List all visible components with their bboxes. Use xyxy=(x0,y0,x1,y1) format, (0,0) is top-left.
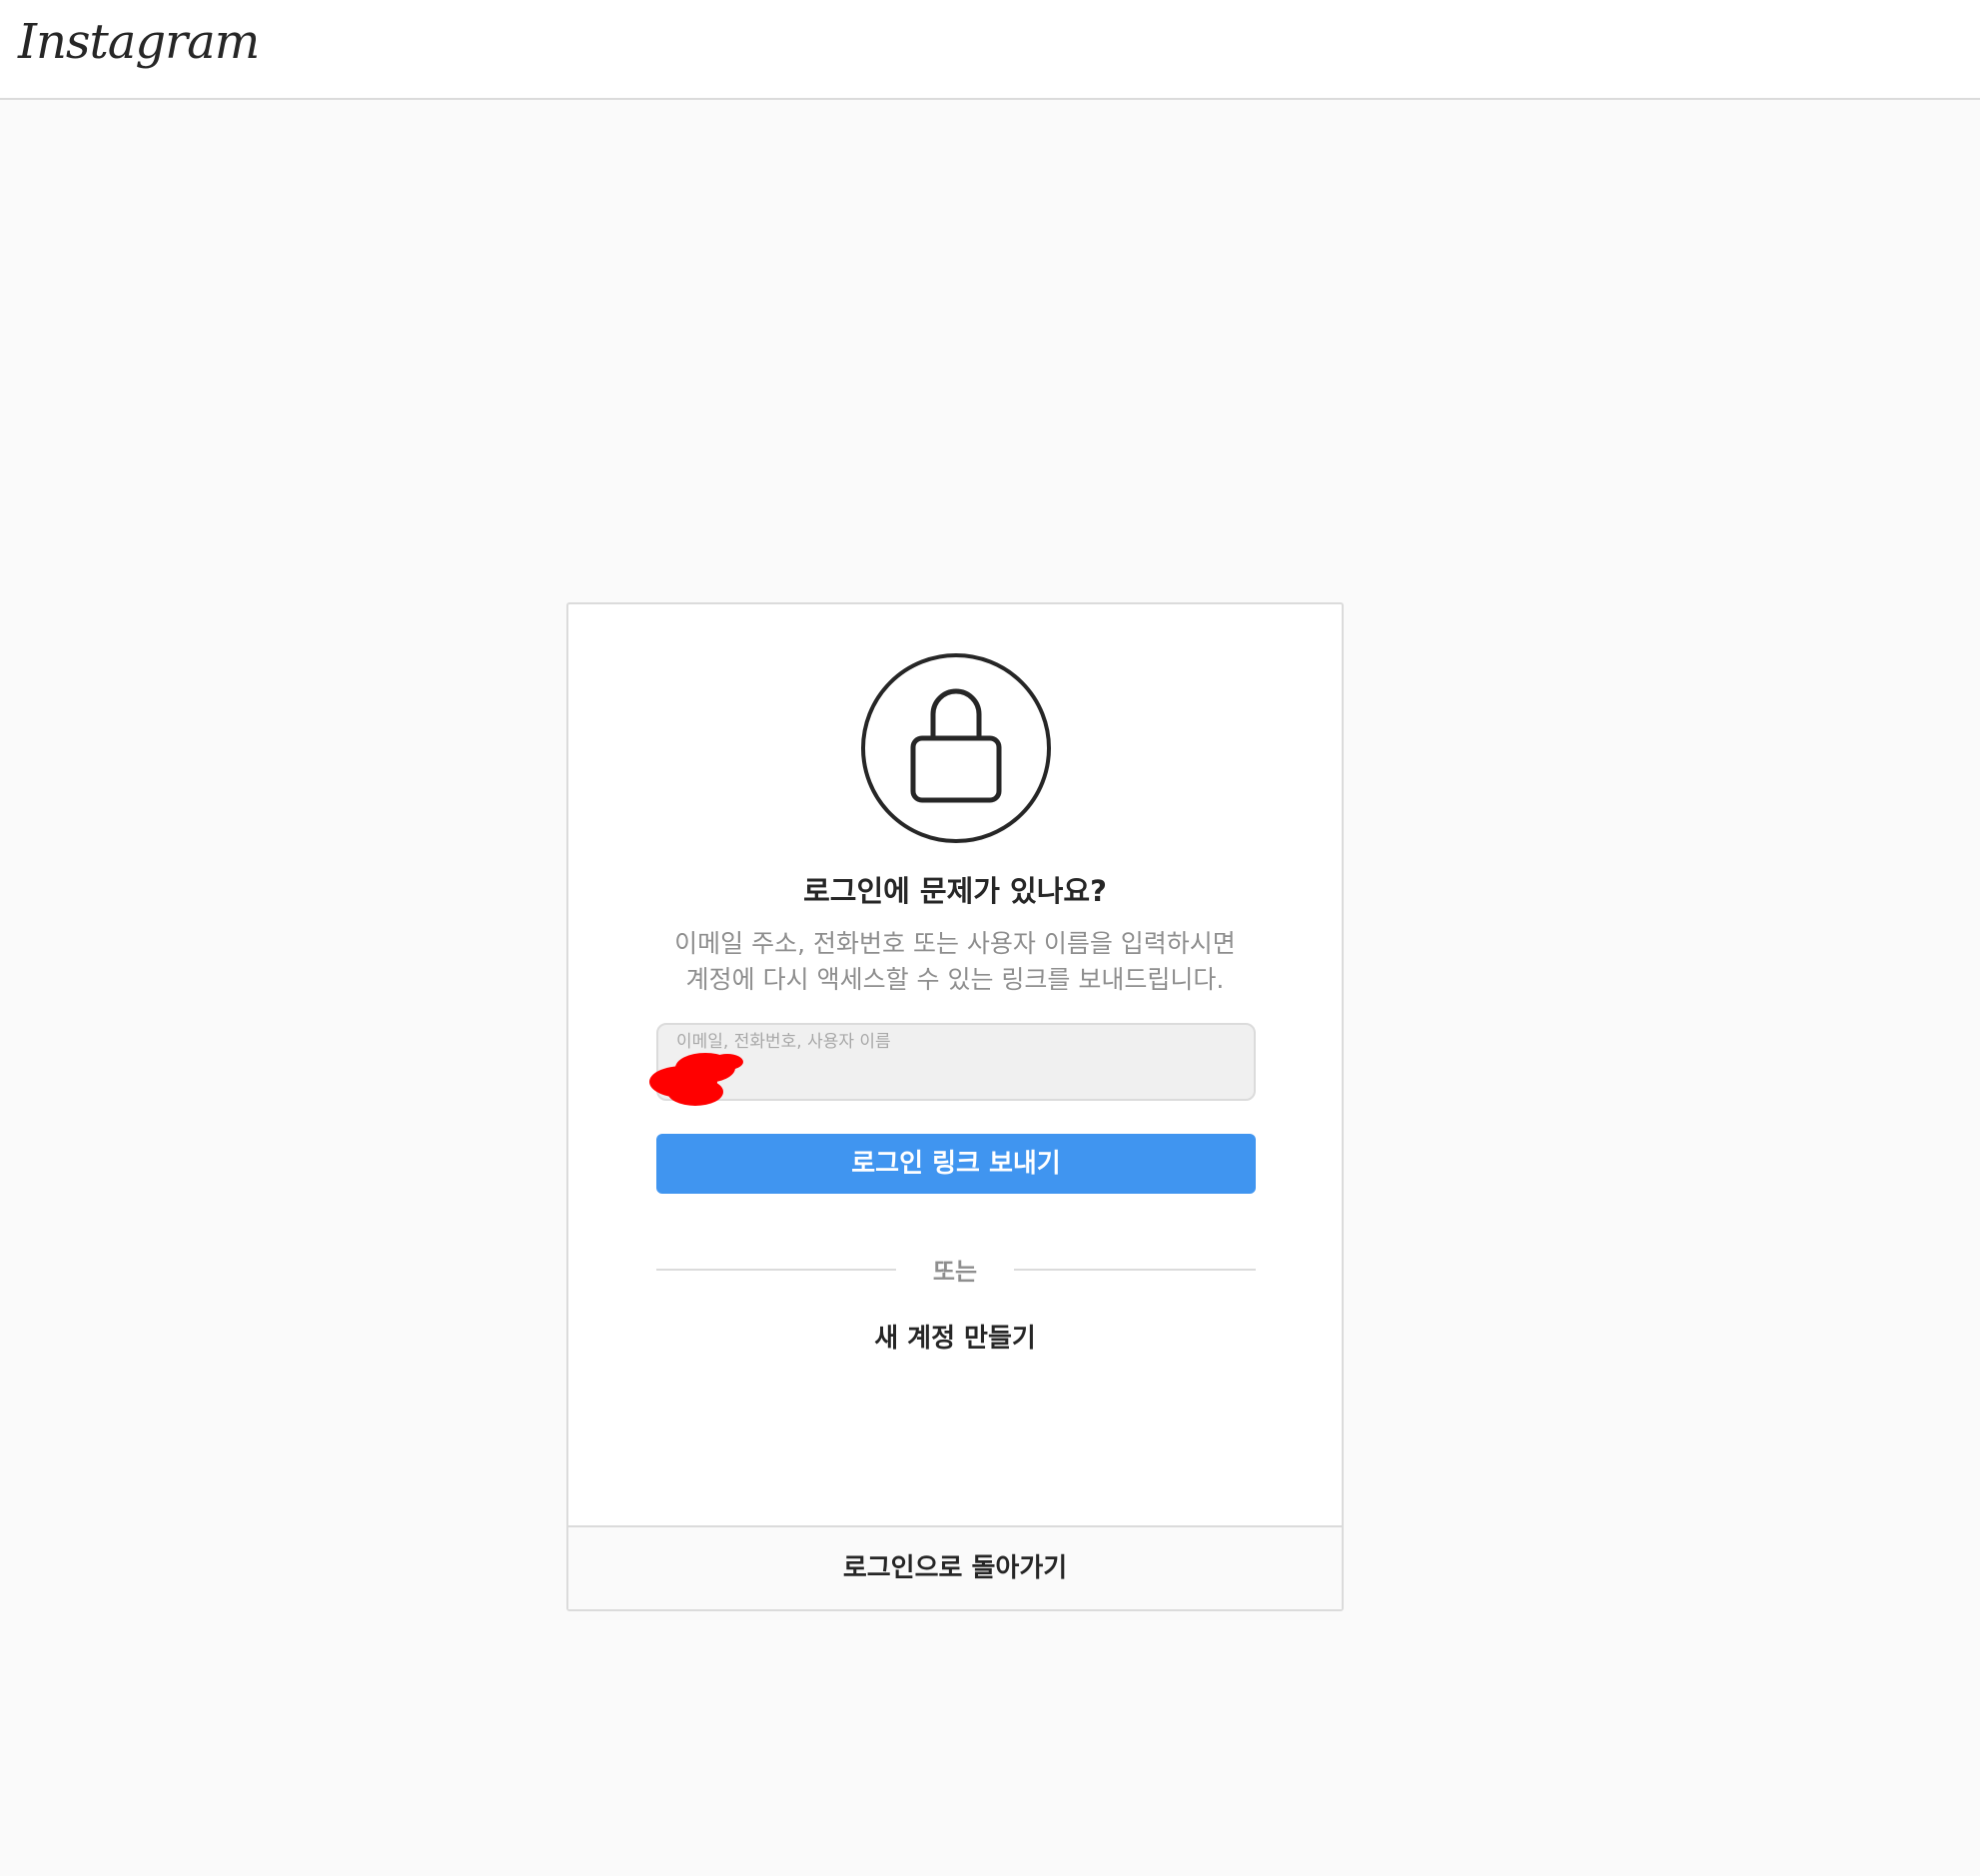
instructions-text: 이메일 주소, 전화번호 또는 사용자 이름을 입력하시면 계정에 다시 액세스… xyxy=(638,926,1272,998)
account-identifier-input[interactable] xyxy=(674,1055,1238,1093)
create-new-account-link[interactable]: 새 계정 만들기 xyxy=(568,1318,1342,1355)
instructions-line-2: 계정에 다시 액세스할 수 있는 링크를 보내드립니다. xyxy=(685,965,1225,994)
instagram-logo[interactable]: Instagram xyxy=(18,14,260,70)
back-to-login-link[interactable]: 로그인으로 돌아가기 xyxy=(568,1525,1342,1609)
page-title: 로그인에 문제가 있나요? xyxy=(803,874,1107,908)
lock-icon xyxy=(860,652,1052,844)
reset-password-card: 로그인에 문제가 있나요? 이메일 주소, 전화번호 또는 사용자 이름을 입력… xyxy=(566,602,1344,1611)
divider-line-left xyxy=(656,1269,896,1271)
top-navigation-bar: Instagram xyxy=(0,0,1980,100)
redaction-mark xyxy=(649,1053,743,1106)
instructions-line-1: 이메일 주소, 전화번호 또는 사용자 이름을 입력하시면 xyxy=(674,929,1236,958)
send-login-link-button[interactable]: 로그인 링크 보내기 xyxy=(656,1134,1256,1194)
divider-or-text: 또는 xyxy=(932,1258,978,1286)
divider-line-right xyxy=(1014,1269,1256,1271)
